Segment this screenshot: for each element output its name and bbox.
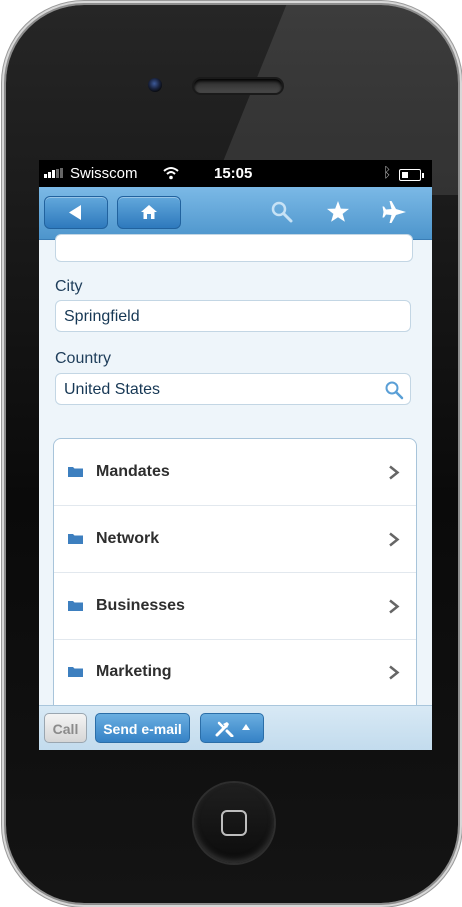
- front-camera: [148, 78, 162, 92]
- chevron-right-icon: [389, 465, 400, 480]
- home-button[interactable]: [117, 196, 181, 229]
- home-square-icon: [221, 810, 247, 836]
- bluetooth-icon: ᛒ: [383, 164, 392, 180]
- status-bar: Swisscom 15:05 ᛒ: [39, 160, 432, 187]
- navigation-list: Mandates Network Businesses Marketing: [53, 438, 417, 730]
- star-icon[interactable]: [326, 200, 350, 223]
- previous-field[interactable]: [55, 234, 413, 262]
- list-item-label: Network: [96, 530, 160, 547]
- home-hardware-button[interactable]: [194, 783, 274, 863]
- tools-menu-button[interactable]: [200, 713, 264, 743]
- wifi-icon: [163, 167, 179, 180]
- search-icon[interactable]: [271, 201, 293, 223]
- content-area: City Springfield Country United States M…: [39, 234, 432, 730]
- list-item-label: Mandates: [96, 463, 170, 480]
- folder-icon: [68, 534, 83, 544]
- back-button[interactable]: [44, 196, 108, 229]
- back-arrow-icon: [69, 205, 81, 220]
- folder-icon: [68, 601, 83, 611]
- carrier-name: Swisscom: [70, 165, 138, 182]
- list-item-marketing[interactable]: Marketing: [54, 639, 416, 706]
- list-item-label: Marketing: [96, 663, 172, 680]
- navigation-bar: [39, 187, 432, 240]
- caret-up-icon: [242, 724, 250, 730]
- city-label: City: [55, 278, 83, 295]
- app-screen: Swisscom 15:05 ᛒ City Springfield Countr…: [39, 160, 432, 750]
- country-search-icon[interactable]: [384, 380, 404, 400]
- chevron-right-icon: [389, 665, 400, 680]
- list-item-network[interactable]: Network: [54, 506, 416, 573]
- folder-icon: [68, 467, 83, 477]
- country-label: Country: [55, 350, 112, 367]
- list-item-label: Businesses: [96, 597, 185, 614]
- city-field[interactable]: Springfield: [55, 300, 411, 332]
- bottom-toolbar: Call Send e-mail: [39, 705, 432, 750]
- list-item-mandates[interactable]: Mandates: [54, 439, 416, 506]
- chevron-right-icon: [389, 599, 400, 614]
- home-icon: [141, 205, 157, 219]
- battery-icon: [399, 169, 424, 181]
- chevron-right-icon: [389, 532, 400, 547]
- tools-icon: [215, 721, 234, 737]
- send-email-button[interactable]: Send e-mail: [95, 713, 190, 743]
- list-item-businesses[interactable]: Businesses: [54, 573, 416, 640]
- country-value: United States: [64, 381, 161, 398]
- earpiece-speaker: [194, 79, 282, 93]
- call-button[interactable]: Call: [44, 713, 87, 743]
- status-time: 15:05: [214, 165, 253, 182]
- airplane-icon[interactable]: [382, 199, 408, 225]
- folder-icon: [68, 667, 83, 677]
- signal-strength-icon: [44, 168, 63, 178]
- country-field[interactable]: United States: [55, 373, 411, 405]
